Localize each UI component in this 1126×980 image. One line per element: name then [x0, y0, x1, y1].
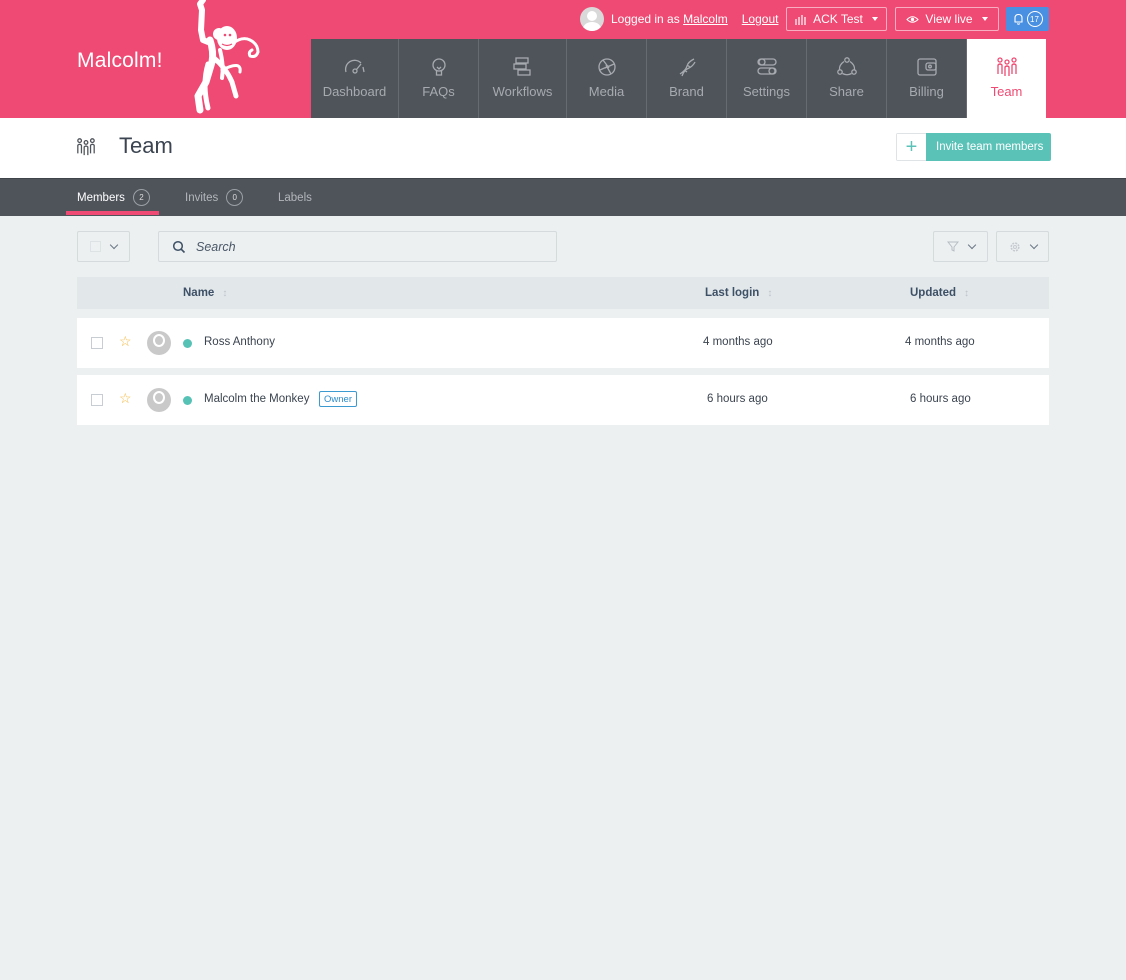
logged-in-label: Logged in as	[611, 12, 680, 26]
updated-cell: 6 hours ago	[910, 393, 971, 405]
account-switcher-button[interactable]: ACK Test	[786, 7, 887, 31]
invite-team-members-button[interactable]: + Invite team members	[896, 133, 1052, 161]
plus-icon: +	[896, 133, 926, 161]
member-name[interactable]: Ross Anthony	[204, 336, 275, 348]
tab-label: Labels	[278, 191, 312, 204]
share-icon	[836, 57, 857, 76]
brand-name: Malcolm!	[77, 49, 163, 72]
column-label: Last login	[705, 287, 760, 299]
updated-cell: 4 months ago	[905, 336, 975, 348]
filter-icon	[946, 241, 959, 252]
notifications-button[interactable]: 17	[1006, 7, 1049, 31]
nav-item-settings[interactable]: Settings	[727, 39, 807, 118]
monkey-logo-icon	[194, 0, 260, 114]
column-header-updated[interactable]: Updated ↕	[910, 287, 969, 299]
logout-link[interactable]: Logout	[742, 12, 779, 26]
nav-label: Billing	[909, 84, 944, 99]
table-row[interactable]: ☆ Ross Anthony 4 months ago 4 months ago	[77, 318, 1049, 368]
bulk-select-dropdown[interactable]	[77, 231, 130, 262]
eye-icon	[906, 15, 920, 23]
settings-dropdown[interactable]	[996, 231, 1049, 262]
nav-label: Team	[990, 84, 1023, 99]
user-avatar[interactable]	[580, 7, 604, 31]
status-online-indicator	[183, 339, 192, 348]
nav-item-team[interactable]: Team	[967, 39, 1046, 118]
nav-item-brand[interactable]: Brand	[647, 39, 727, 118]
building-icon	[795, 14, 806, 25]
username-link[interactable]: Malcolm	[683, 12, 728, 26]
nav-label: Brand	[669, 84, 704, 99]
last-login-cell: 6 hours ago	[707, 393, 768, 405]
chevron-down-icon	[967, 240, 976, 250]
tab-labels[interactable]: Labels	[278, 179, 312, 216]
page-title: Team	[119, 133, 173, 158]
wallet-icon	[916, 58, 937, 76]
team-icon	[996, 57, 1017, 76]
count-badge: 2	[132, 189, 150, 206]
aperture-icon	[597, 58, 616, 76]
nav-item-dashboard[interactable]: Dashboard	[311, 39, 399, 118]
caret-down-icon	[981, 17, 988, 21]
sort-icon: ↕	[964, 287, 969, 299]
view-live-label: View live	[925, 12, 973, 26]
main-nav: Dashboard FAQs Workflows Media Brand Set…	[311, 39, 1046, 118]
count-badge: 0	[226, 189, 244, 206]
nav-label: Share	[829, 84, 864, 99]
sort-icon: ↕	[222, 287, 228, 299]
search-icon	[172, 240, 186, 254]
notification-count: 17	[1026, 11, 1043, 27]
column-label: Updated	[910, 287, 956, 299]
table-row[interactable]: ☆ Malcolm the Monkey Owner 6 hours ago 6…	[77, 375, 1049, 425]
chevron-down-icon	[1029, 240, 1038, 250]
lightbulb-icon	[431, 58, 446, 76]
select-all-checkbox[interactable]	[90, 241, 101, 252]
nav-label: Workflows	[492, 84, 553, 99]
avatar	[147, 388, 171, 412]
column-label: Name	[183, 287, 215, 299]
search-box	[158, 231, 557, 262]
caret-down-icon	[871, 17, 878, 21]
dna-icon	[679, 58, 696, 77]
tab-label: Invites	[185, 191, 219, 204]
sort-icon: ↕	[767, 287, 773, 299]
view-live-button[interactable]: View live	[895, 7, 999, 31]
table-header: Name ↕ Last login ↕ Updated ↕	[77, 277, 1049, 309]
filter-dropdown[interactable]	[933, 231, 988, 262]
workflow-icon	[512, 57, 531, 76]
star-icon[interactable]: ☆	[119, 390, 132, 407]
toggles-icon	[756, 58, 777, 75]
tab-label: Members	[77, 191, 125, 204]
star-icon[interactable]: ☆	[119, 333, 132, 350]
nav-label: Settings	[743, 84, 790, 99]
team-icon	[77, 138, 95, 156]
nav-label: Media	[588, 84, 625, 99]
avatar	[147, 331, 171, 355]
invite-label: Invite team members	[926, 133, 1052, 161]
row-checkbox[interactable]	[91, 337, 103, 349]
owner-badge: Owner	[319, 391, 357, 407]
nav-label: Dashboard	[322, 84, 387, 99]
row-checkbox[interactable]	[91, 394, 103, 406]
nav-item-billing[interactable]: Billing	[887, 39, 967, 118]
active-tab-indicator	[66, 211, 159, 215]
bell-icon	[1013, 13, 1023, 25]
user-bar: Logged in as Malcolm Logout	[580, 6, 778, 32]
column-header-name[interactable]: Name ↕	[183, 287, 227, 299]
gauge-icon	[344, 59, 365, 74]
nav-item-media[interactable]: Media	[567, 39, 647, 118]
chevron-down-icon	[109, 240, 119, 250]
search-input[interactable]	[196, 237, 536, 257]
sub-nav: Members 2 Invites 0 Labels	[0, 178, 1126, 216]
tab-invites[interactable]: Invites 0	[185, 179, 244, 216]
last-login-cell: 4 months ago	[703, 336, 773, 348]
column-header-last-login[interactable]: Last login ↕	[705, 287, 772, 299]
account-switcher-label: ACK Test	[813, 12, 863, 26]
member-name[interactable]: Malcolm the Monkey	[204, 393, 309, 405]
nav-item-share[interactable]: Share	[807, 39, 887, 118]
nav-label: FAQs	[422, 84, 455, 99]
nav-item-faqs[interactable]: FAQs	[399, 39, 479, 118]
nav-item-workflows[interactable]: Workflows	[479, 39, 567, 118]
gear-icon	[1009, 241, 1020, 252]
status-online-indicator	[183, 396, 192, 405]
